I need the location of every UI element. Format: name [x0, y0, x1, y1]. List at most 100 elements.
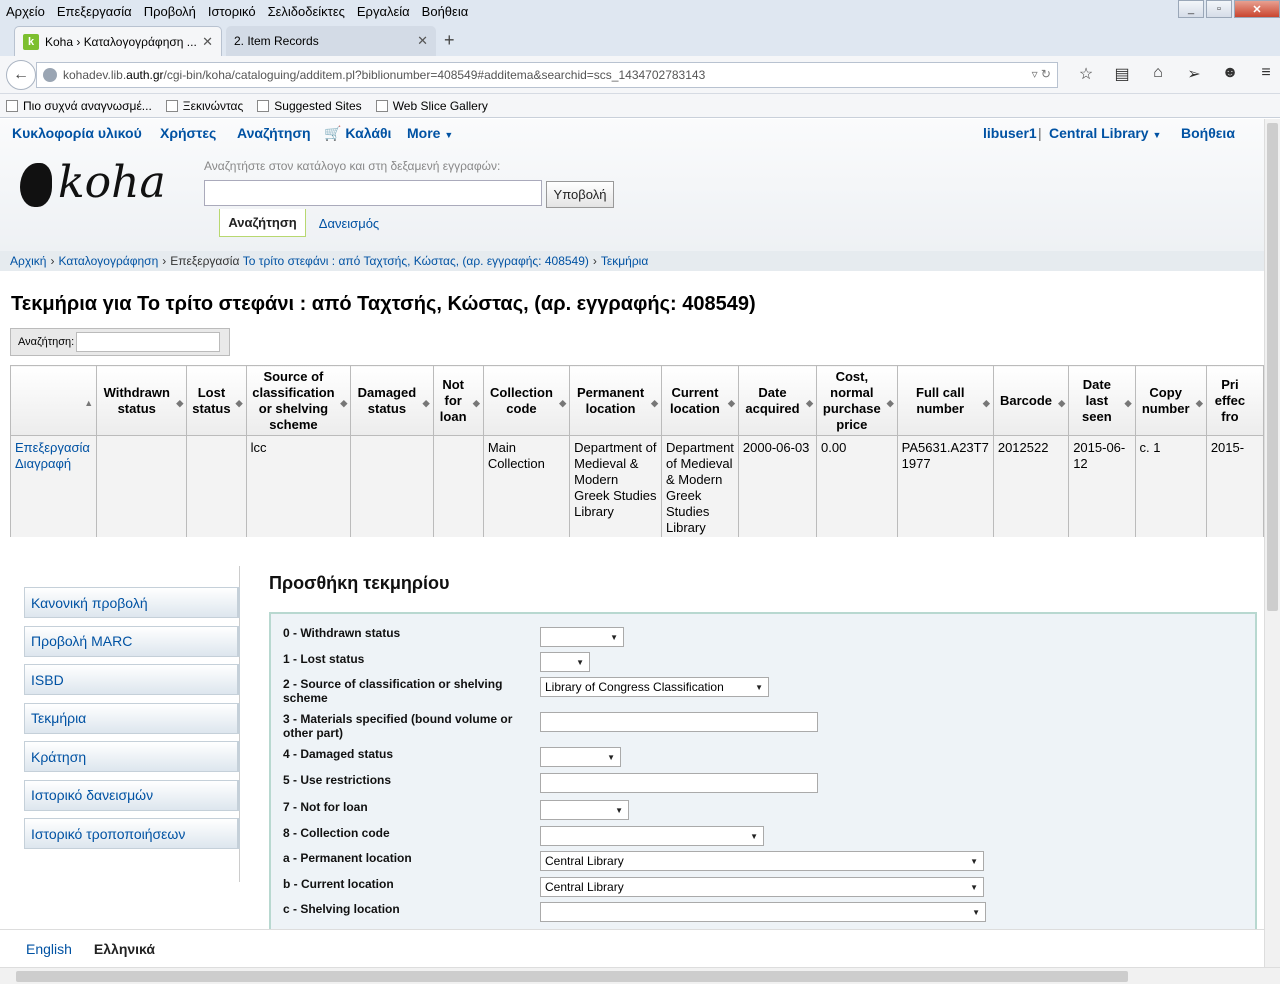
bookmark-getting-started[interactable]: Ξεκινώντας	[165, 99, 243, 113]
star-icon[interactable]: ☆	[1068, 64, 1104, 84]
sidebar-item-items[interactable]: Τεκμήρια	[24, 702, 240, 734]
close-window-button[interactable]: ✕	[1234, 0, 1280, 18]
column-header-price-effective[interactable]: Pri effec fro	[1205, 365, 1264, 436]
more-label: More	[407, 125, 441, 141]
damaged-status-select[interactable]: ▼	[540, 747, 621, 767]
hamburger-menu-icon[interactable]: ≡	[1248, 64, 1280, 84]
chat-icon[interactable]: ☻	[1212, 64, 1248, 84]
add-item-form: 0 - Withdrawn status ▼ 1 - Lost status ▼…	[269, 612, 1257, 932]
column-header-date-acquired[interactable]: Date acquired ◆	[737, 365, 818, 436]
breadcrumb-home[interactable]: Αρχική	[10, 254, 46, 268]
nav-cart[interactable]: 🛒 Καλάθι	[324, 125, 391, 142]
horizontal-scrollbar[interactable]	[0, 967, 1280, 984]
withdrawn-status-select[interactable]: ▼	[540, 627, 624, 647]
bookmark-web-slice-gallery[interactable]: Web Slice Gallery	[375, 99, 488, 113]
reload-icon[interactable]: ▿ ↻	[1032, 67, 1051, 81]
column-header-cost[interactable]: Cost, normal purchase price ◆	[816, 365, 898, 436]
use-restrictions-input[interactable]	[540, 773, 818, 793]
nav-circulation[interactable]: Κυκλοφορία υλικού	[12, 125, 142, 141]
sidebar-item-isbd[interactable]: ISBD	[24, 664, 240, 695]
send-icon[interactable]: ➢	[1176, 64, 1212, 84]
field-label: c - Shelving location	[283, 902, 400, 916]
search-submit-button[interactable]: Υποβολή	[546, 181, 614, 208]
column-header-collection[interactable]: Collection code ◆	[482, 365, 571, 436]
shelving-location-select[interactable]: ▼	[540, 902, 986, 922]
sort-asc-icon: ▲	[84, 398, 94, 408]
reading-list-icon[interactable]: ▤	[1104, 64, 1140, 84]
language-english-link[interactable]: English	[26, 941, 72, 957]
breadcrumb-edit: Επεξεργασία	[170, 254, 240, 268]
menu-file[interactable]: Αρχείο	[6, 4, 45, 19]
breadcrumb-record[interactable]: Το τρίτο στεφάνι : από Ταχτσής, Κώστας, …	[243, 254, 589, 268]
tab-checkout[interactable]: Δανεισμός	[310, 209, 388, 237]
filter-input[interactable]	[76, 332, 221, 352]
tab-close-icon[interactable]: ✕	[417, 33, 428, 49]
scroll-thumb[interactable]	[16, 971, 1128, 982]
table-cell: 2015-	[1205, 435, 1264, 537]
koha-logo[interactable]: koha	[20, 157, 180, 209]
current-location-select[interactable]: Central Library ▼	[540, 877, 984, 897]
menu-history[interactable]: Ιστορικό	[208, 4, 256, 19]
nav-search[interactable]: Αναζήτηση	[237, 125, 311, 141]
column-header-withdrawn[interactable]: Withdrawn status ◆	[96, 365, 188, 436]
permanent-location-select[interactable]: Central Library ▼	[540, 851, 984, 871]
sidebar-item-checkout-history[interactable]: Ιστορικό δανεισμών	[24, 779, 240, 811]
menu-help[interactable]: Βοήθεια	[422, 4, 469, 19]
tab-item-records[interactable]: 2. Item Records ✕	[226, 26, 436, 56]
new-tab-icon[interactable]: +	[444, 30, 455, 51]
minimize-button[interactable]: _	[1178, 0, 1204, 18]
column-header-copy-number[interactable]: Copy number ◆	[1134, 365, 1207, 436]
delete-item-link[interactable]: Διαγραφή	[15, 456, 92, 472]
column-header-permanent-location[interactable]: Permanent location ◆	[569, 365, 662, 436]
nav-patrons[interactable]: Χρήστες	[160, 125, 216, 141]
table-cell: 0.00	[816, 435, 898, 537]
menu-view[interactable]: Προβολή	[144, 4, 196, 19]
tab-koha[interactable]: k Koha › Καταλογογράφηση ... ✕	[14, 26, 222, 56]
column-header-barcode[interactable]: Barcode ◆	[992, 365, 1070, 436]
header-label: Permanent location	[576, 384, 645, 416]
sidebar-item-marc-view[interactable]: Προβολή MARC	[24, 625, 240, 657]
header-label: Collection code	[490, 384, 553, 416]
tab-close-icon[interactable]: ✕	[202, 34, 213, 50]
bookmark-suggested-sites[interactable]: Suggested Sites	[257, 99, 362, 113]
sidebar-item-holds[interactable]: Κράτηση	[24, 741, 240, 772]
column-header-not-for-loan[interactable]: Not for loan ◆	[432, 365, 484, 436]
sidebar-item-normal-view[interactable]: Κανονική προβολή	[24, 587, 240, 618]
logged-in-user[interactable]: libuser1	[983, 125, 1037, 141]
column-header-date-last-seen[interactable]: Date last seen ◆	[1068, 365, 1136, 436]
header-label: Date acquired	[745, 384, 800, 416]
bookmark-most-visited[interactable]: Πιο συχνά αναγνωσμέ...	[6, 99, 152, 113]
maximize-button[interactable]: ▫	[1206, 0, 1232, 18]
classification-source-select[interactable]: Library of Congress Classification ▼	[540, 677, 769, 697]
menu-edit[interactable]: Επεξεργασία	[57, 4, 132, 19]
menu-bookmarks[interactable]: Σελιδοδείκτες	[268, 4, 345, 19]
not-for-loan-select[interactable]: ▼	[540, 800, 629, 820]
dropdown-arrow-icon: ▼	[607, 753, 615, 762]
lost-status-select[interactable]: ▼	[540, 652, 590, 672]
column-header-current-location[interactable]: Current location ◆	[660, 365, 739, 436]
edit-item-link[interactable]: Επεξεργασία	[15, 440, 92, 456]
breadcrumb-cataloging[interactable]: Καταλογογράφηση	[58, 254, 158, 268]
items-table: ▲ Withdrawn status ◆ Lost status ◆ Source …	[10, 365, 1264, 537]
collection-code-select[interactable]: ▼	[540, 826, 764, 846]
menu-tools[interactable]: Εργαλεία	[357, 4, 410, 19]
column-header-damaged[interactable]: Damaged status ◆	[350, 365, 434, 436]
home-icon[interactable]: ⌂	[1140, 64, 1176, 84]
column-header-call-number[interactable]: Full call number ◆	[896, 365, 994, 436]
column-header[interactable]: ▲	[10, 365, 98, 436]
branch-selector[interactable]: Central Library ▼	[1049, 125, 1161, 141]
sidebar-item-modification-log[interactable]: Ιστορικό τροποποιήσεων	[24, 818, 240, 849]
nav-more[interactable]: More ▼	[407, 125, 453, 141]
field-label: a - Permanent location	[283, 851, 412, 865]
tab-search[interactable]: Αναζήτηση	[219, 209, 306, 237]
breadcrumb-items[interactable]: Τεκμήρια	[601, 254, 648, 268]
materials-specified-input[interactable]	[540, 712, 818, 732]
column-header-lost[interactable]: Lost status ◆	[186, 365, 247, 436]
catalog-search-input[interactable]	[204, 180, 542, 206]
scroll-thumb[interactable]	[1267, 123, 1278, 611]
column-header-source[interactable]: Source of classification or shelving sch…	[245, 365, 352, 436]
vertical-scrollbar[interactable]	[1264, 119, 1280, 967]
nav-help[interactable]: Βοήθεια	[1181, 125, 1235, 141]
back-arrow-icon[interactable]: ←	[6, 60, 36, 90]
url-bar[interactable]: kohadev.lib. auth.gr/cgi-bin/koha/catalog…	[36, 62, 1058, 88]
